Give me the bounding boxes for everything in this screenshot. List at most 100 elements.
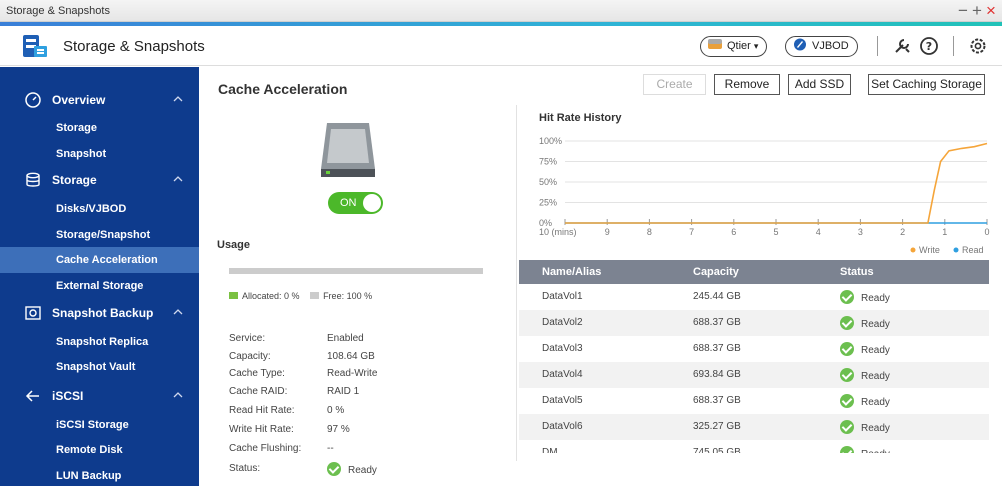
create-button[interactable]: Create (643, 74, 706, 95)
sidebar-item-snapshot[interactable]: Snapshot (0, 141, 199, 167)
check-circle-icon (840, 316, 854, 330)
allocated-swatch (229, 292, 238, 299)
maximize-button[interactable]: + (972, 0, 982, 22)
row-capacity: 688.37 GB (693, 343, 741, 354)
table-row[interactable]: DataVol6 325.27 GB Ready (519, 414, 989, 440)
usage-title: Usage (217, 239, 251, 251)
row-status-text: Ready (861, 423, 890, 434)
close-button[interactable]: × (986, 0, 996, 22)
wrench-icon[interactable] (892, 36, 912, 56)
sidebar-item-external-storage[interactable]: External Storage (0, 273, 199, 299)
row-status-text: Ready (861, 371, 890, 382)
x-tick-label: 8 (647, 227, 652, 237)
row-status: Ready (840, 290, 890, 304)
chevron-up-icon (173, 392, 183, 398)
qtier-button[interactable]: Qtier ▾ (700, 36, 768, 57)
add-ssd-button[interactable]: Add SSD (788, 74, 851, 95)
table-row[interactable]: DataVol4 693.84 GB Ready (519, 362, 989, 388)
table-row[interactable]: DataVol5 688.37 GB Ready (519, 388, 989, 414)
table-header: Name/Alias Capacity Status (519, 260, 989, 284)
sidebar-item-label: Storage (56, 122, 97, 134)
table-row[interactable]: DataVol1 245.44 GB Ready (519, 284, 989, 310)
sidebar-item-label: iSCSI Storage (56, 419, 129, 431)
app-title: Storage & Snapshots (63, 38, 205, 55)
sidebar-section-storage[interactable]: Storage (0, 167, 199, 193)
row-name: DataVol3 (542, 343, 583, 354)
row-capacity: 688.37 GB (693, 317, 741, 328)
cache-raid-label: Cache RAID: (229, 386, 288, 397)
svg-text:?: ? (926, 40, 932, 53)
sidebar-section-snapshot-backup[interactable]: Snapshot Backup (0, 300, 199, 326)
row-name: DataVol2 (542, 317, 583, 328)
vjbod-label: VJBOD (812, 40, 849, 52)
sidebar-item-remote-disk[interactable]: Remote Disk (0, 437, 199, 463)
hit-rate-chart: 100%75%50%25%0%10 (mins) 9 8 7 6 5 4 3 2 1 0Write R… (539, 136, 990, 255)
row-capacity: 245.44 GB (693, 291, 741, 302)
y-tick-label: 25% (539, 198, 557, 208)
legend-label-write: Write (919, 245, 940, 255)
row-capacity: 325.27 GB (693, 421, 741, 432)
sidebar-section-label: Snapshot Backup (52, 306, 154, 320)
x-tick-label: 9 (605, 227, 610, 237)
x-tick-label: 2 (900, 227, 905, 237)
sidebar-item-iscsi-storage[interactable]: iSCSI Storage (0, 412, 199, 438)
cache-flushing-label: Cache Flushing: (229, 443, 302, 454)
row-status: Ready (840, 316, 890, 330)
cache-type-label: Cache Type: (229, 368, 285, 379)
sidebar-section-iscsi[interactable]: iSCSI (0, 383, 199, 409)
x-tick-label: 7 (689, 227, 694, 237)
chart-title: Hit Rate History (539, 112, 622, 124)
help-icon[interactable]: ? (919, 36, 939, 56)
x-tick-label: 5 (773, 227, 778, 237)
app-header: Storage & Snapshots Qtier ▾ VJBOD ? (0, 26, 1002, 66)
sidebar-item-label: Snapshot Vault (56, 361, 136, 373)
x-tick-label: 6 (731, 227, 736, 237)
sidebar-item-label: Cache Acceleration (56, 254, 158, 266)
remove-button[interactable]: Remove (714, 74, 780, 95)
minimize-button[interactable]: − (958, 0, 968, 22)
check-circle-icon (840, 394, 854, 408)
sidebar-item-label: Remote Disk (56, 444, 123, 456)
settings-gear-icon[interactable] (968, 36, 988, 56)
usage-bar (229, 268, 483, 274)
vjbod-icon (794, 38, 806, 51)
snapshot-backup-icon (25, 306, 41, 320)
sidebar-item-lun-backup[interactable]: LUN Backup (0, 463, 199, 486)
header-divider-2 (953, 36, 954, 56)
write-hit-rate-value: 97 % (327, 424, 350, 435)
vjbod-button[interactable]: VJBOD (785, 36, 858, 57)
service-label: Service: (229, 333, 266, 344)
y-tick-label: 75% (539, 157, 557, 167)
x-tick-label: 0 (984, 227, 989, 237)
table-row[interactable]: DataVol2 688.37 GB Ready (519, 310, 989, 336)
row-status: Ready (840, 394, 890, 408)
status-text: Ready (348, 465, 377, 476)
sidebar-section-label: Overview (52, 93, 106, 107)
set-caching-storage-button[interactable]: Set Caching Storage (868, 74, 985, 95)
iscsi-icon (25, 390, 39, 402)
sidebar-section-label: Storage (52, 173, 97, 187)
x-tick-label: 1 (942, 227, 947, 237)
x-tick-label: 3 (858, 227, 863, 237)
cache-toggle[interactable]: ON (328, 192, 383, 214)
toggle-knob (363, 194, 381, 212)
sidebar-item-snapshot-replica[interactable]: Snapshot Replica (0, 329, 199, 355)
sidebar-item-snapshot-vault[interactable]: Snapshot Vault (0, 354, 199, 380)
table-row[interactable]: DataVol3 688.37 GB Ready (519, 336, 989, 362)
sidebar-item-cache-acceleration[interactable]: Cache Acceleration (0, 247, 199, 273)
sidebar-section-label: iSCSI (52, 389, 84, 403)
sidebar-item-storage[interactable]: Storage (0, 115, 199, 141)
write-hit-rate-label: Write Hit Rate: (229, 424, 294, 435)
row-status-text: Ready (861, 345, 890, 356)
sidebar-item-disks-vjbod[interactable]: Disks/VJBOD (0, 196, 199, 222)
sidebar-section-overview[interactable]: Overview (0, 87, 199, 113)
series-line-write (565, 142, 988, 224)
row-status-text: Ready (861, 397, 890, 408)
sidebar-item-storage-snapshot[interactable]: Storage/Snapshot (0, 222, 199, 248)
service-value: Enabled (327, 333, 364, 344)
sidebar-item-label: Snapshot Replica (56, 336, 149, 348)
row-status: Ready (840, 420, 890, 434)
sidebar: Overview Storage Snapshot Storage Disks/… (0, 67, 199, 486)
status-label: Status: (229, 463, 261, 474)
read-hit-rate-label: Read Hit Rate: (229, 405, 295, 416)
